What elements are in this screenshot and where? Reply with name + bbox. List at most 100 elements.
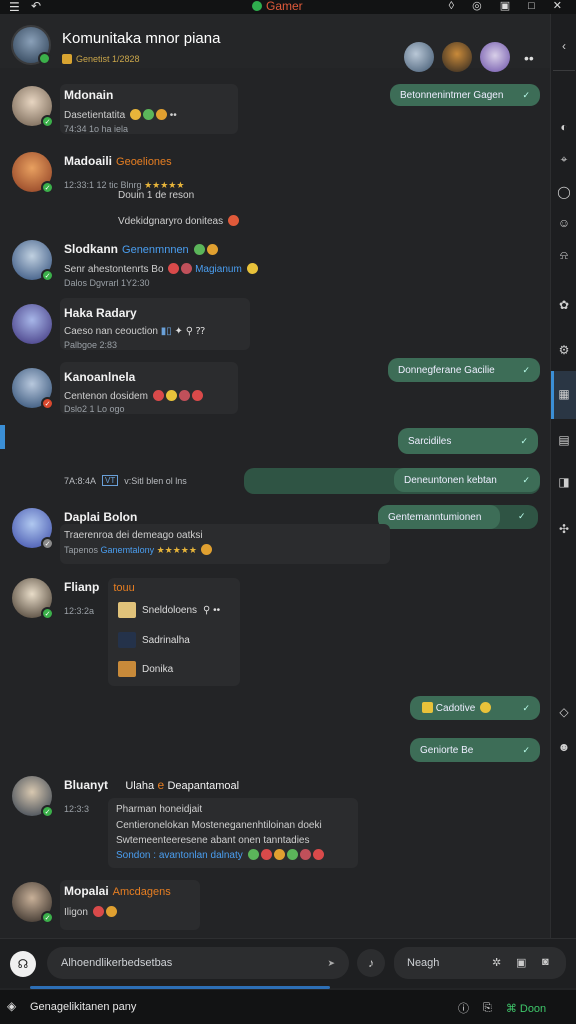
emoji-icon <box>246 263 258 274</box>
message-item[interactable]: Haka Radary Caeso nan ceouction ▮▯ ✦ ⚲ ⁇… <box>12 304 262 352</box>
message-line: Iligon <box>64 906 117 918</box>
game-thumb-icon[interactable]: ▦ <box>556 386 572 402</box>
maximize-icon[interactable]: □ <box>528 0 535 13</box>
message-item[interactable]: ✓ Mdonain Dasetientatita •• 74:34 1o ha … <box>12 86 252 134</box>
gear-icon[interactable]: ⚙ <box>556 342 572 358</box>
user-icon[interactable]: ☻ <box>556 739 572 755</box>
online-badge: ✓ <box>41 181 54 194</box>
message-link[interactable]: Magianum <box>195 264 242 275</box>
message-text: Deneuntonen kebtan <box>404 474 497 486</box>
attachment-item[interactable]: Donika <box>118 661 173 677</box>
outgoing-message[interactable]: Betonnenintmer Gagen ✓ <box>390 84 540 106</box>
bell-icon[interactable]: ⍾ <box>556 247 572 263</box>
window-icon[interactable]: ▣ <box>500 0 510 13</box>
top-actions: ◊ ◎ ▣ □ ✕ <box>449 0 562 13</box>
panel-icon[interactable]: ◨ <box>556 474 572 490</box>
app-icon[interactable]: ✿ <box>556 297 572 313</box>
more-options-icon[interactable]: •• <box>524 50 534 66</box>
chevron-left-icon[interactable]: ‹ <box>556 38 572 54</box>
profile-icon[interactable]: ◎ <box>472 0 482 13</box>
done-button[interactable]: ⌘ Doon <box>506 1002 546 1015</box>
message-line: Vdekidgnaryro doniteas <box>118 215 239 227</box>
sender-name: Kanoanlnela <box>64 370 136 384</box>
outgoing-message[interactable]: Gentemanntumionen <box>378 505 500 529</box>
message-item[interactable]: ✓ Mopalai Amcdagens Iligon <box>12 882 232 930</box>
avatar[interactable]: ✓ <box>12 508 54 550</box>
message-input[interactable]: Alhoendlikerbedsetbas ➤ <box>47 947 349 979</box>
chat-icon[interactable]: ◯ <box>556 184 572 200</box>
group-avatar[interactable] <box>11 25 51 65</box>
member-avatar[interactable] <box>442 42 472 72</box>
avatar[interactable]: ✓ <box>12 152 54 194</box>
menu-icon[interactable]: ☰ <box>9 1 20 13</box>
tag-icon[interactable]: ◇ <box>556 704 572 720</box>
outgoing-message[interactable]: Cadotive ✓ <box>410 696 540 720</box>
outgoing-message[interactable]: Sarcidiles ✓ <box>398 428 538 454</box>
bottom-actions: ⓘ ⎘ ⌘ Doon <box>458 1000 546 1016</box>
emoji-icon <box>105 906 117 917</box>
avatar[interactable]: ✓ <box>12 240 54 282</box>
message-item[interactable]: ✓ Bluanyt Ulaha e Deapantamoal 12:3:3 Ph… <box>12 776 372 868</box>
group-icon[interactable]: ✣ <box>556 521 572 537</box>
message-text: Gentemanntumionen <box>388 511 482 523</box>
share-icon[interactable]: ⎘ <box>483 1002 492 1015</box>
close-icon[interactable]: ✕ <box>553 0 562 13</box>
left-scroll-marker[interactable] <box>0 425 5 449</box>
emoji-icon <box>286 849 298 860</box>
search-icon[interactable]: ⚲ •• <box>203 605 220 616</box>
person-icon[interactable]: ☺ <box>556 215 572 231</box>
chat-header: Komunitaka mnor piana Genetist 1/2828 •• <box>0 14 550 72</box>
message-item[interactable]: ✓ Slodkann Genenmnnen Senr ahestontenrts … <box>12 240 302 290</box>
outgoing-message[interactable]: Deneuntonen kebtan ✓ <box>394 468 540 492</box>
tag-icon[interactable]: ◈ <box>7 999 16 1013</box>
right-rail: ‹ ◐ ⌖ ◯ ☺ ⍾ ✿ ⚙ ▦ ▤ ◨ ✣ ◇ ☻ <box>550 14 576 938</box>
avatar[interactable]: ✓ <box>12 882 54 924</box>
message-item[interactable]: ✓ Madoaili Geoeliones 12:33:1 12 tic Blnr… <box>12 152 292 232</box>
send-arrow-icon[interactable]: ➤ <box>327 958 335 969</box>
message-line: Centieronelokan Mosteneganenhtiloinan do… <box>116 820 322 831</box>
sticker-icon[interactable]: ▣ <box>516 956 526 969</box>
outgoing-message[interactable]: Donnegferane Gacilie ✓ <box>388 358 540 382</box>
member-avatar[interactable] <box>404 42 434 72</box>
attachment-item[interactable]: Sadrinalha <box>118 632 190 648</box>
send-panel[interactable]: Neagh ✲ ▣ ◙ <box>394 947 566 979</box>
attach-button[interactable]: ☊ <box>10 951 36 977</box>
app-name: Gamer <box>266 0 303 13</box>
sender-tag: Deapantamoal <box>167 780 240 792</box>
group-title: Komunitaka mnor piana <box>62 30 221 47</box>
attachment-item[interactable]: Sneldoloens ⚲ •• <box>118 602 220 618</box>
message-item[interactable]: ✓ Daplai Bolon Traerenroa dei demeago oa… <box>12 508 392 564</box>
online-badge: ✓ <box>41 607 54 620</box>
voice-icon[interactable]: ♪ <box>357 949 385 977</box>
avatar[interactable]: ✓ <box>12 578 54 620</box>
outgoing-message[interactable]: Geniorte Be ✓ <box>410 738 540 762</box>
message-link[interactable]: Ganemtalony <box>101 545 155 555</box>
sender-tag: Geoeliones <box>116 156 172 168</box>
emoji-icon[interactable]: ◐ <box>556 119 572 135</box>
back-icon[interactable]: ↶ <box>31 0 41 12</box>
check-icon: ✓ <box>522 474 530 485</box>
message-text: Caeso nan ceouction <box>64 326 158 337</box>
message-line: Dasetientatita •• <box>64 109 177 121</box>
attachment-label: Sneldoloens <box>142 604 198 616</box>
avatar[interactable]: ✓ <box>12 368 54 410</box>
file-thumbnail <box>118 632 136 648</box>
camera-icon[interactable]: ◙ <box>542 956 549 968</box>
avatar[interactable]: ✓ <box>12 86 54 128</box>
sender-tag: touu <box>113 582 135 594</box>
pin-icon[interactable]: ⌖ <box>556 151 572 167</box>
avatar[interactable]: ✓ <box>12 776 54 818</box>
bell-icon[interactable]: ◊ <box>449 0 454 13</box>
avatar[interactable] <box>12 304 52 344</box>
emoji-icon <box>92 906 104 917</box>
image-icon[interactable]: ▤ <box>556 432 572 448</box>
gif-icon[interactable]: ✲ <box>492 956 501 969</box>
sender-name-text: Mopalai <box>64 884 109 898</box>
message-item[interactable]: ✓ Kanoanlnela Centenon dosidem Dslo2 1 L… <box>12 368 252 416</box>
message-link[interactable]: Sondon : avantonlan dalnaty <box>116 850 243 861</box>
info-icon[interactable]: ⓘ <box>458 1000 469 1016</box>
sender-tag: Genenmnnen <box>122 244 189 256</box>
member-avatar[interactable] <box>480 42 510 72</box>
message-meta: Tapenos Ganemtalony ★★★★★ <box>64 544 213 556</box>
message-meta-text: Tapenos <box>64 545 99 555</box>
